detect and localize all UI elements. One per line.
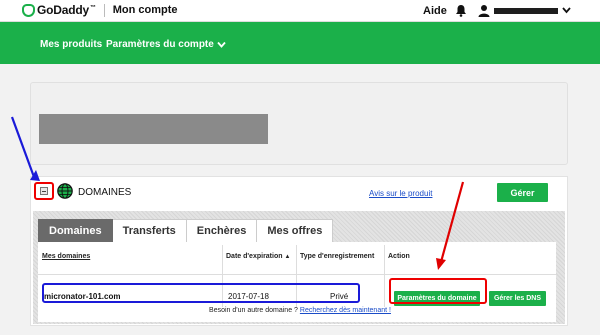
column-header-action: Action — [388, 253, 410, 260]
annotation-red-box — [389, 278, 487, 304]
annotation-blue-box — [42, 283, 360, 303]
search-now-link[interactable]: Recherchez dès maintenant ! — [300, 307, 391, 314]
manage-dns-button[interactable]: Gérer les DNS — [489, 291, 546, 306]
godaddy-logo-icon — [22, 3, 35, 17]
domains-header: DOMAINES Avis sur le produit Gérer — [31, 177, 567, 209]
product-feedback-link[interactable]: Avis sur le produit — [369, 189, 432, 198]
user-icon[interactable] — [478, 4, 490, 17]
footer-note: Besoin d'un autre domaine ? Recherchez d… — [31, 307, 569, 314]
tab-domains[interactable]: Domaines — [38, 219, 113, 242]
column-header-expiration[interactable]: Date d'expiration ▲ — [226, 253, 290, 260]
collapse-toggle-button[interactable] — [34, 182, 54, 200]
column-header-registration[interactable]: Type d'enregistrement — [300, 253, 374, 260]
nav-account-settings-label: Paramètres du compte — [106, 39, 214, 50]
user-name-redacted — [494, 8, 558, 14]
globe-icon — [57, 183, 73, 199]
sort-asc-icon: ▲ — [284, 254, 291, 260]
redacted-content — [39, 114, 268, 144]
help-link[interactable]: Aide — [423, 5, 447, 17]
manage-button[interactable]: Gérer — [497, 183, 548, 202]
nav-my-products[interactable]: Mes produits — [40, 39, 102, 50]
page-title: Mon compte — [112, 4, 178, 16]
divider — [38, 274, 556, 275]
tab-my-offers[interactable]: Mes offres — [257, 219, 334, 242]
chevron-down-icon[interactable] — [562, 6, 571, 14]
bell-icon[interactable] — [455, 4, 467, 17]
chevron-down-icon — [217, 41, 226, 48]
tab-bar: Domaines Transferts Enchères Mes offres — [38, 219, 334, 242]
banner-card — [30, 82, 568, 165]
main-nav: Mes produits Paramètres du compte — [0, 22, 600, 86]
tab-auctions[interactable]: Enchères — [186, 219, 258, 242]
logo-text: GoDaddy™ — [37, 3, 96, 17]
section-title: DOMAINES — [78, 187, 132, 198]
divider — [384, 245, 385, 307]
top-bar: GoDaddy™ Mon compte Aide — [0, 0, 600, 22]
footer-text: Besoin d'un autre domaine ? — [209, 307, 298, 314]
column-header-domains[interactable]: Mes domaines — [42, 253, 90, 260]
domains-card: DOMAINES Avis sur le produit Gérer Domai… — [30, 176, 568, 326]
nav-account-settings[interactable]: Paramètres du compte — [106, 39, 226, 50]
collapse-icon — [40, 187, 48, 195]
logo[interactable]: GoDaddy™ Mon compte — [22, 3, 178, 17]
divider — [103, 3, 105, 17]
tab-transfers[interactable]: Transferts — [112, 219, 187, 242]
